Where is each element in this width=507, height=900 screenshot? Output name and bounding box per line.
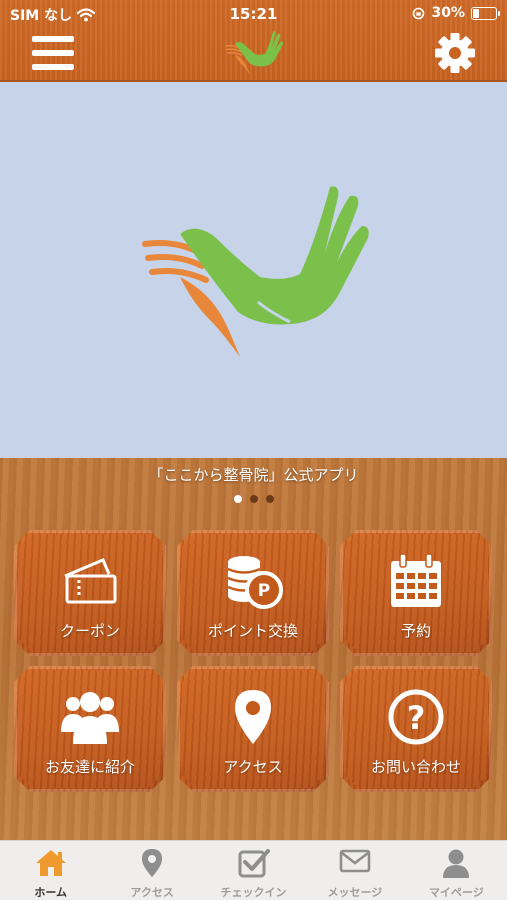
gear-icon[interactable] — [434, 32, 476, 74]
tab-checkin-label: チェックイン — [220, 886, 287, 899]
inquiry-tile[interactable]: ? お問い合わせ — [340, 666, 492, 792]
orientation-lock-icon — [413, 7, 425, 19]
inquiry-label: お問い合わせ — [370, 758, 461, 776]
tab-access-label: アクセス — [130, 886, 174, 899]
tab-access[interactable]: アクセス — [101, 841, 202, 900]
hand-bird-logo — [225, 31, 284, 75]
access-label: アクセス — [223, 758, 283, 776]
calendar-icon — [391, 553, 441, 607]
app-caption: 「ここから整骨院」公式アプリ — [148, 466, 359, 484]
question-icon: ? — [388, 689, 444, 745]
point-exchange-label: ポイント交換 — [207, 622, 298, 640]
tab-mypage[interactable]: マイページ — [406, 841, 507, 900]
refer-friend-label: お友達に紹介 — [44, 758, 135, 776]
ticket-icon — [64, 558, 117, 604]
wood-panel: 「ここから整骨院」公式アプリ クーポン P ポイント交換 予約 お友達に紹介 ア… — [0, 458, 507, 840]
tab-home-label: ホーム — [34, 886, 68, 899]
top-bar: SIM なし 15:21 30% — [0, 0, 507, 80]
checkin-icon — [238, 849, 270, 878]
status-bar: SIM なし 15:21 30% — [0, 0, 507, 28]
tab-home[interactable]: ホーム — [0, 841, 101, 900]
users-icon — [61, 692, 119, 744]
coupon-label: クーポン — [59, 622, 120, 640]
battery-percent: 30% — [431, 5, 465, 21]
coins-icon: P — [227, 556, 283, 609]
tab-message[interactable]: メッセージ — [304, 841, 405, 900]
carousel-dots — [0, 495, 507, 503]
carousel-dot[interactable] — [265, 495, 274, 503]
reservation-tile[interactable]: 予約 — [340, 530, 492, 656]
hamburger-menu-icon[interactable] — [32, 36, 74, 70]
mail-icon — [339, 849, 371, 873]
tab-checkin[interactable]: チェックイン — [203, 841, 304, 900]
access-tile[interactable]: アクセス — [177, 666, 329, 792]
svg-text:P: P — [258, 581, 270, 601]
hand-bird-logo-large — [142, 186, 369, 357]
point-exchange-tile[interactable]: P ポイント交換 — [177, 530, 329, 656]
status-right: 30% — [412, 5, 500, 21]
home-icon — [35, 850, 66, 876]
coupon-tile[interactable]: クーポン — [14, 530, 166, 656]
user-icon — [443, 849, 470, 878]
tab-message-label: メッセージ — [327, 886, 383, 899]
map-pin-icon — [235, 690, 271, 744]
tab-mypage-label: マイページ — [428, 886, 484, 899]
battery-icon — [471, 6, 500, 20]
reservation-label: 予約 — [400, 622, 431, 640]
app-header — [0, 28, 507, 80]
bottom-tab-bar: ホーム アクセス チェックイン メッセージ マイページ — [0, 840, 507, 900]
refer-friend-tile[interactable]: お友達に紹介 — [14, 666, 166, 792]
app-screen: SIM なし 15:21 30% 「ここから整骨院」公式アプリ クーポン P ポ… — [0, 0, 507, 900]
svg-text:?: ? — [407, 699, 426, 737]
battery-fill — [473, 8, 479, 18]
map-pin-icon — [142, 849, 163, 877]
carousel-dot[interactable] — [233, 495, 242, 503]
hero-banner[interactable] — [0, 80, 507, 460]
carousel-dot[interactable] — [249, 495, 258, 503]
